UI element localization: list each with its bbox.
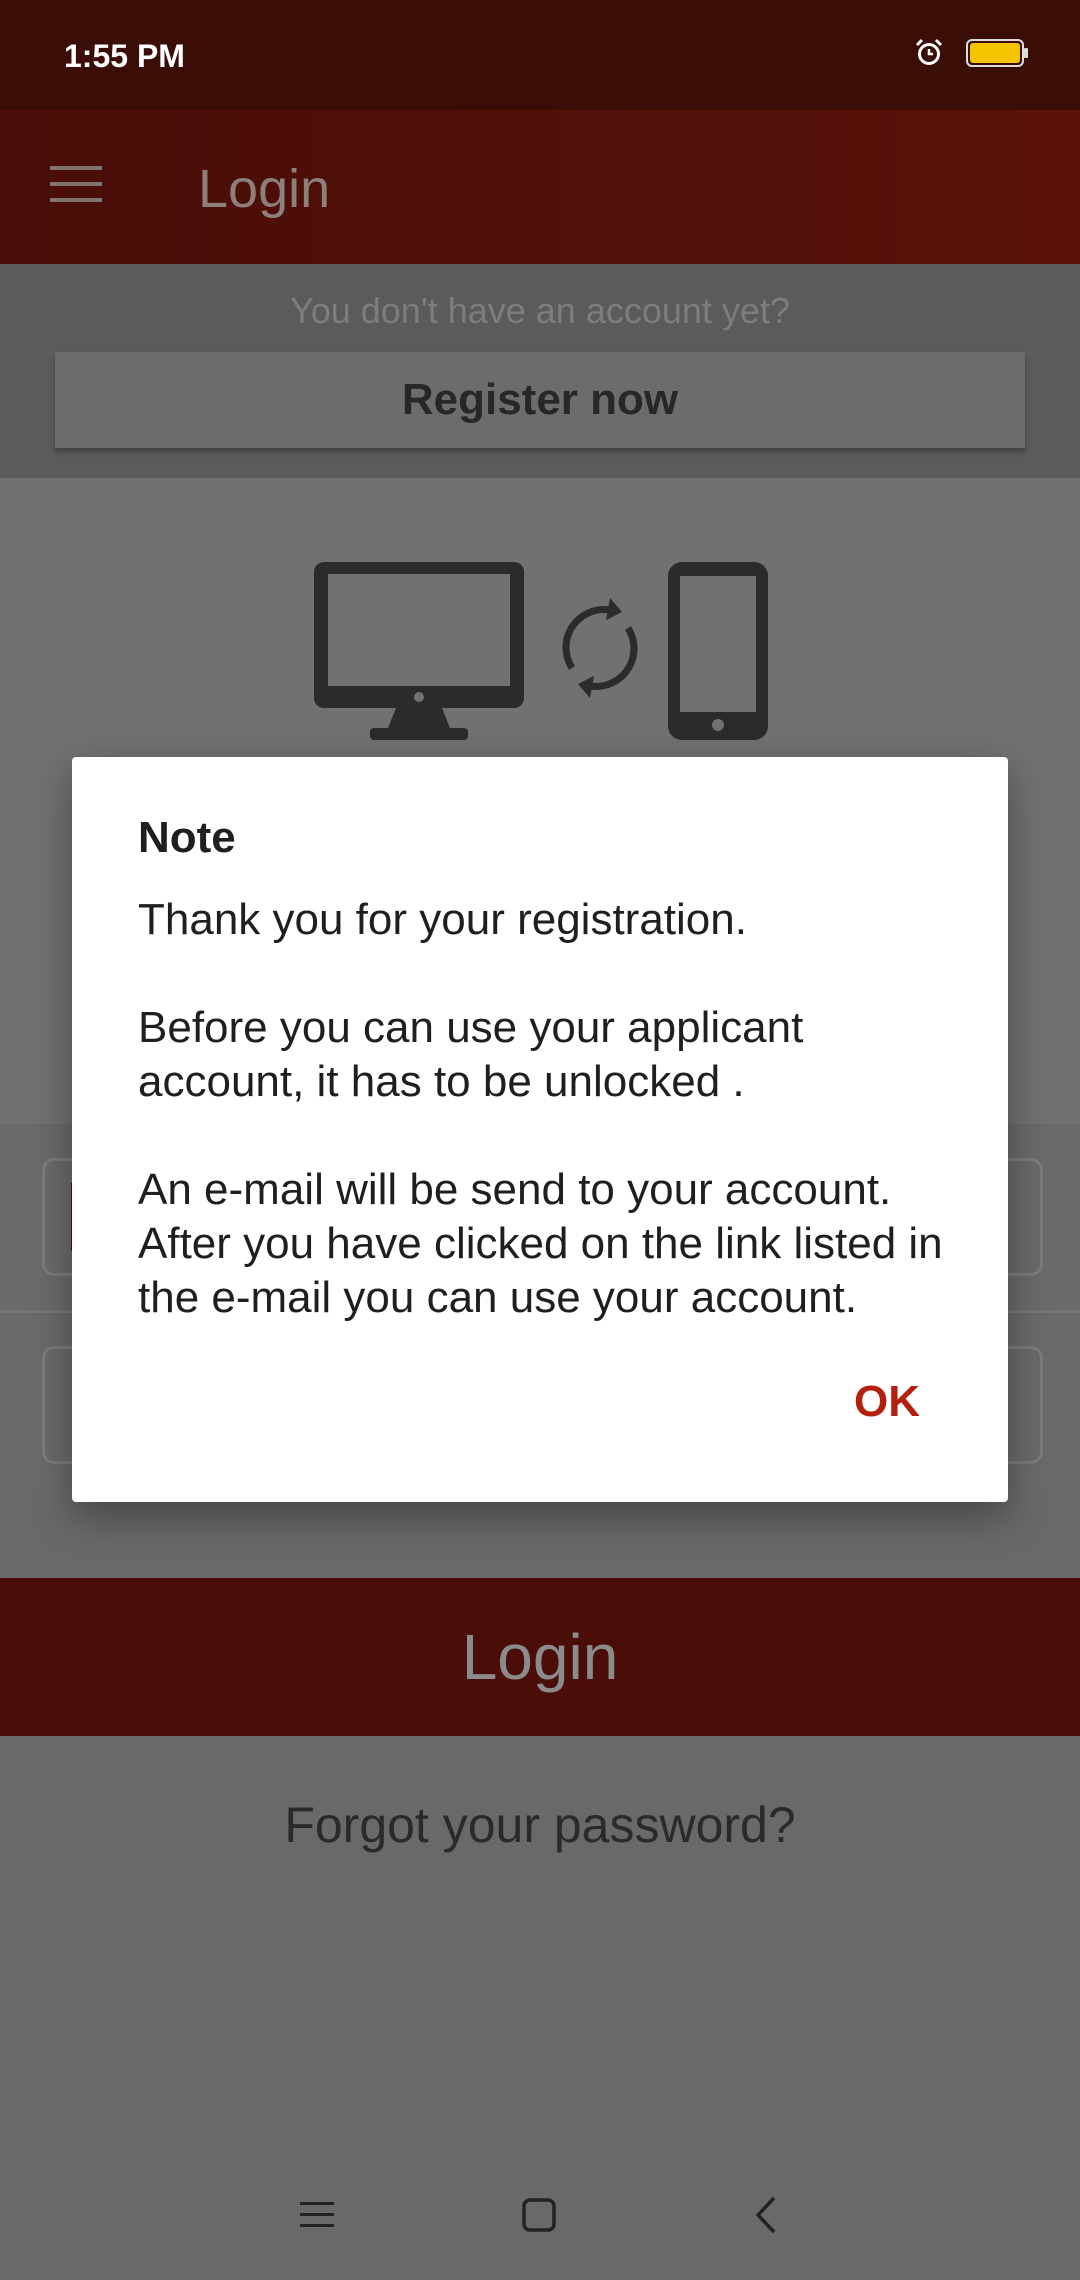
status-bar: 1:55 PM (0, 0, 1080, 110)
dialog-message-line: Before you can use your applicant accoun… (138, 1003, 804, 1106)
note-dialog: Note Thank you for your registration. Be… (72, 757, 1008, 1502)
register-prompt: You don't have an account yet? (290, 290, 790, 331)
recent-apps-icon[interactable] (292, 2190, 342, 2240)
status-icons (914, 38, 1030, 68)
login-button[interactable]: Login (0, 1578, 1080, 1736)
dialog-title: Note (138, 813, 236, 862)
register-button[interactable]: Register now (55, 352, 1025, 448)
dialog-message-line: An e-mail will be send to your account. … (138, 1165, 943, 1322)
system-nav-bar (0, 2150, 1080, 2280)
menu-icon[interactable] (48, 162, 104, 206)
dialog-message-line: Thank you for your registration. (138, 895, 747, 944)
dialog-message: Thank you for your registration. Before … (138, 893, 958, 1325)
home-icon[interactable] (514, 2190, 564, 2240)
forgot-password-link[interactable]: Forgot your password? (0, 1796, 1080, 1854)
device-sync-icon (314, 562, 768, 740)
page-title: Login (198, 159, 331, 219)
app-bar: Login (0, 110, 1080, 264)
ok-button[interactable]: OK (854, 1377, 920, 1427)
battery-icon (966, 39, 1028, 67)
back-icon[interactable] (742, 2190, 792, 2240)
register-section: You don't have an account yet? Register … (0, 264, 1080, 478)
alarm-icon (915, 38, 943, 65)
status-time: 1:55 PM (64, 38, 185, 74)
